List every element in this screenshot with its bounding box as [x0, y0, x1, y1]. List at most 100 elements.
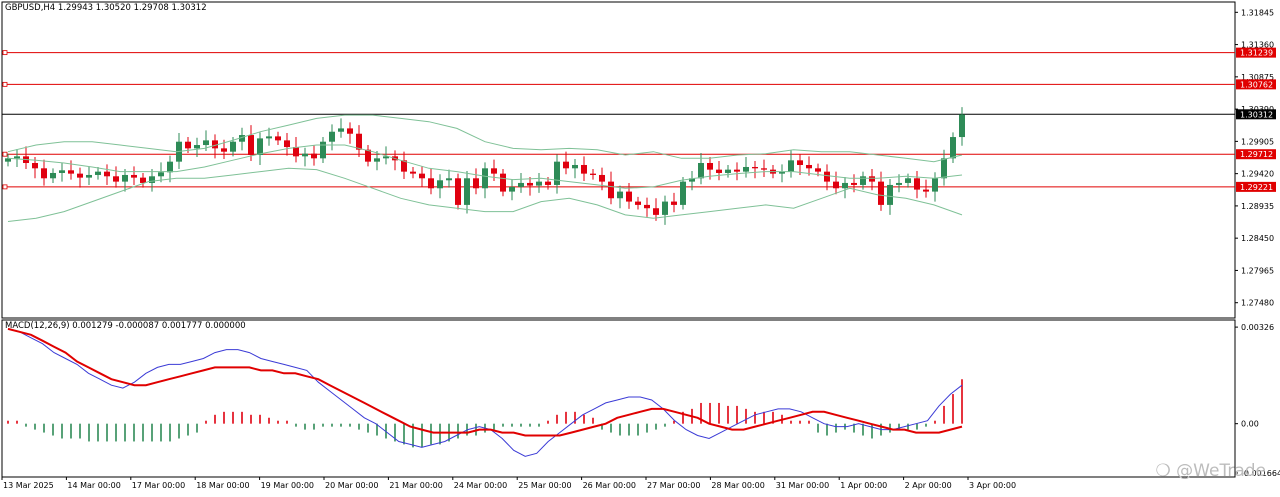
candle-body — [572, 164, 578, 169]
candle-body — [32, 162, 38, 169]
candle-body — [536, 181, 542, 186]
macd-header: MACD(12,26,9) 0.001279 -0.000087 0.00177… — [5, 321, 246, 331]
time-label-3: 18 Mar 00:00 — [196, 481, 249, 490]
candle-body — [959, 114, 965, 138]
level-price-tag-text-4: 1.29221 — [1240, 183, 1273, 192]
candle-body — [725, 169, 731, 173]
candle-body — [491, 168, 497, 174]
price-tick-label-6: 1.28935 — [1241, 202, 1274, 211]
candle-body — [77, 173, 83, 178]
time-label-12: 31 Mar 00:00 — [776, 481, 829, 490]
time-label-0: 13 Mar 2025 — [3, 481, 54, 490]
candle-body — [500, 173, 506, 192]
candle-body — [923, 189, 929, 192]
price-tick-label-7: 1.28450 — [1241, 234, 1274, 243]
candle-body — [707, 162, 713, 170]
candle-body — [833, 181, 839, 189]
level-anchor-marker — [2, 151, 8, 157]
candle-body — [248, 135, 254, 156]
candle-body — [266, 136, 272, 139]
price-tick-label-0: 1.31845 — [1241, 8, 1274, 17]
candle-body — [50, 172, 56, 179]
time-label-13: 1 Apr 00:00 — [840, 481, 887, 490]
candle-body — [941, 158, 947, 179]
candle-body — [608, 181, 614, 199]
candle-body — [122, 174, 128, 182]
price-tick-label-5: 1.29420 — [1241, 170, 1274, 179]
macd-signal-line — [7, 327, 963, 437]
candle-body — [113, 176, 119, 182]
price-tick-label-4: 1.29905 — [1241, 137, 1274, 146]
candle-body — [869, 176, 875, 182]
candle-body — [374, 158, 380, 162]
candle-body — [599, 174, 605, 182]
candle-body — [356, 133, 362, 150]
candle-body — [644, 204, 650, 209]
macd-tick-label-1: 0.00 — [1241, 420, 1259, 429]
candle-body — [275, 136, 281, 141]
macd-pane-frame — [1, 319, 1236, 478]
level-anchor-marker — [2, 50, 8, 56]
candle-body — [320, 141, 326, 159]
candle-body — [104, 171, 110, 177]
candle-body — [761, 168, 767, 170]
candle-body — [41, 168, 47, 179]
time-label-14: 2 Apr 00:00 — [905, 481, 952, 490]
candle-body — [95, 171, 101, 175]
price-pane-frame — [1, 1, 1236, 319]
trading-chart: 1.318451.313601.308751.303901.299051.294… — [0, 0, 1280, 493]
candle-body — [788, 160, 794, 172]
candle-body — [428, 178, 434, 189]
time-label-5: 20 Mar 00:00 — [325, 481, 378, 490]
level-anchor-marker — [2, 81, 8, 87]
candle-body — [464, 178, 470, 205]
candle-body — [455, 178, 461, 205]
candle-body — [194, 145, 200, 149]
time-label-10: 27 Mar 00:00 — [647, 481, 700, 490]
price-tick-label-8: 1.27965 — [1241, 266, 1274, 275]
candle-body — [140, 177, 146, 183]
time-label-2: 17 Mar 00:00 — [132, 481, 185, 490]
candle-body — [563, 161, 569, 169]
candle-body — [131, 174, 137, 178]
level-price-tag-text-2: 1.30312 — [1240, 110, 1273, 119]
candle-body — [302, 153, 308, 157]
candle-body — [482, 168, 488, 189]
candle-body — [905, 178, 911, 183]
candle-body — [797, 160, 803, 165]
candle-body — [293, 147, 299, 157]
candle-body — [743, 166, 749, 172]
candle-body — [257, 138, 263, 156]
candle-body — [716, 169, 722, 173]
watermark-logo: ❍ @WeTrade — [1155, 461, 1266, 481]
candle-body — [851, 182, 857, 185]
level-price-tag-text-0: 1.31239 — [1240, 49, 1273, 58]
candle-body — [203, 140, 209, 146]
candle-body — [626, 191, 632, 202]
candle-body — [410, 171, 416, 174]
symbol-ohlc-header: GBPUSD,H4 1.29943 1.30520 1.29708 1.3031… — [5, 3, 207, 13]
watermark-text: @WeTrade — [1176, 461, 1266, 481]
price-tick-label-9: 1.27480 — [1241, 299, 1274, 308]
macd-line — [7, 328, 963, 457]
candle-body — [185, 141, 191, 149]
candle-body — [473, 178, 479, 189]
candle-body — [545, 181, 551, 185]
candle-body — [680, 181, 686, 205]
time-label-6: 21 Mar 00:00 — [389, 481, 442, 490]
time-label-7: 24 Mar 00:00 — [454, 481, 507, 490]
time-label-8: 25 Mar 00:00 — [518, 481, 571, 490]
candle-body — [311, 153, 317, 159]
candle-body — [581, 164, 587, 174]
candle-body — [824, 171, 830, 182]
candle-body — [59, 170, 65, 173]
chart-canvas[interactable]: 1.318451.313601.308751.303901.299051.294… — [0, 0, 1280, 493]
candle-body — [446, 178, 452, 181]
candle-body — [590, 173, 596, 175]
candle-body — [635, 201, 641, 205]
candle-body — [167, 161, 173, 173]
candle-body — [86, 174, 92, 178]
candle-body — [284, 140, 290, 148]
candle-body — [842, 182, 848, 189]
candle-body — [806, 164, 812, 169]
